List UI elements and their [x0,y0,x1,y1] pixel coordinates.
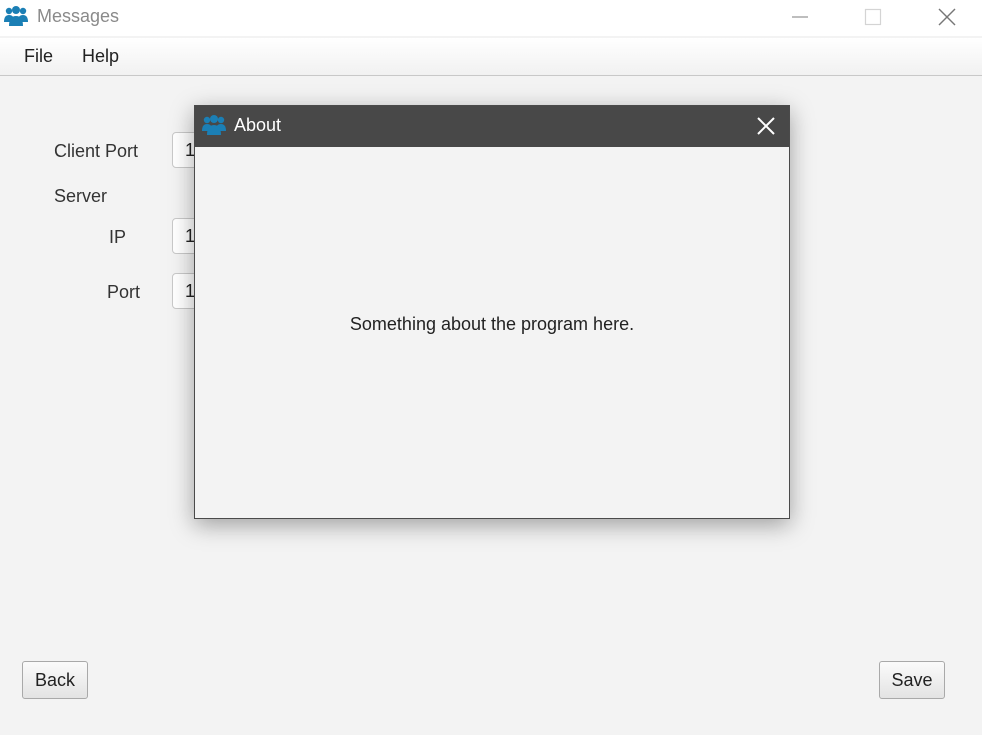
dialog-title-bar[interactable]: About [195,106,789,147]
close-icon[interactable] [755,115,777,137]
client-port-label: Client Port [54,141,139,161]
minimize-button[interactable] [777,0,823,34]
maximize-icon [864,8,882,26]
minimize-icon [792,16,808,18]
about-dialog: About Something about the program here. [194,105,790,519]
title-bar[interactable]: Messages [0,0,982,36]
server-label: Server [54,186,108,206]
window-title: Messages [37,6,120,26]
users-icon [4,6,28,26]
save-button[interactable]: Save [879,661,945,699]
maximize-button[interactable] [850,0,896,34]
menu-help[interactable]: Help [82,46,119,67]
menu-bar: File Help [0,38,982,76]
menu-file[interactable]: File [24,46,53,67]
main-window: Messages File Help Client Port 1 Server … [0,0,982,735]
ip-label: IP [109,227,127,247]
dialog-title: About [234,115,282,135]
port-label: Port [107,282,141,302]
close-button[interactable] [924,0,970,34]
dialog-message: Something about the program here. [349,314,635,334]
back-button[interactable]: Back [22,661,88,699]
close-icon [938,8,956,26]
users-icon [202,115,226,135]
